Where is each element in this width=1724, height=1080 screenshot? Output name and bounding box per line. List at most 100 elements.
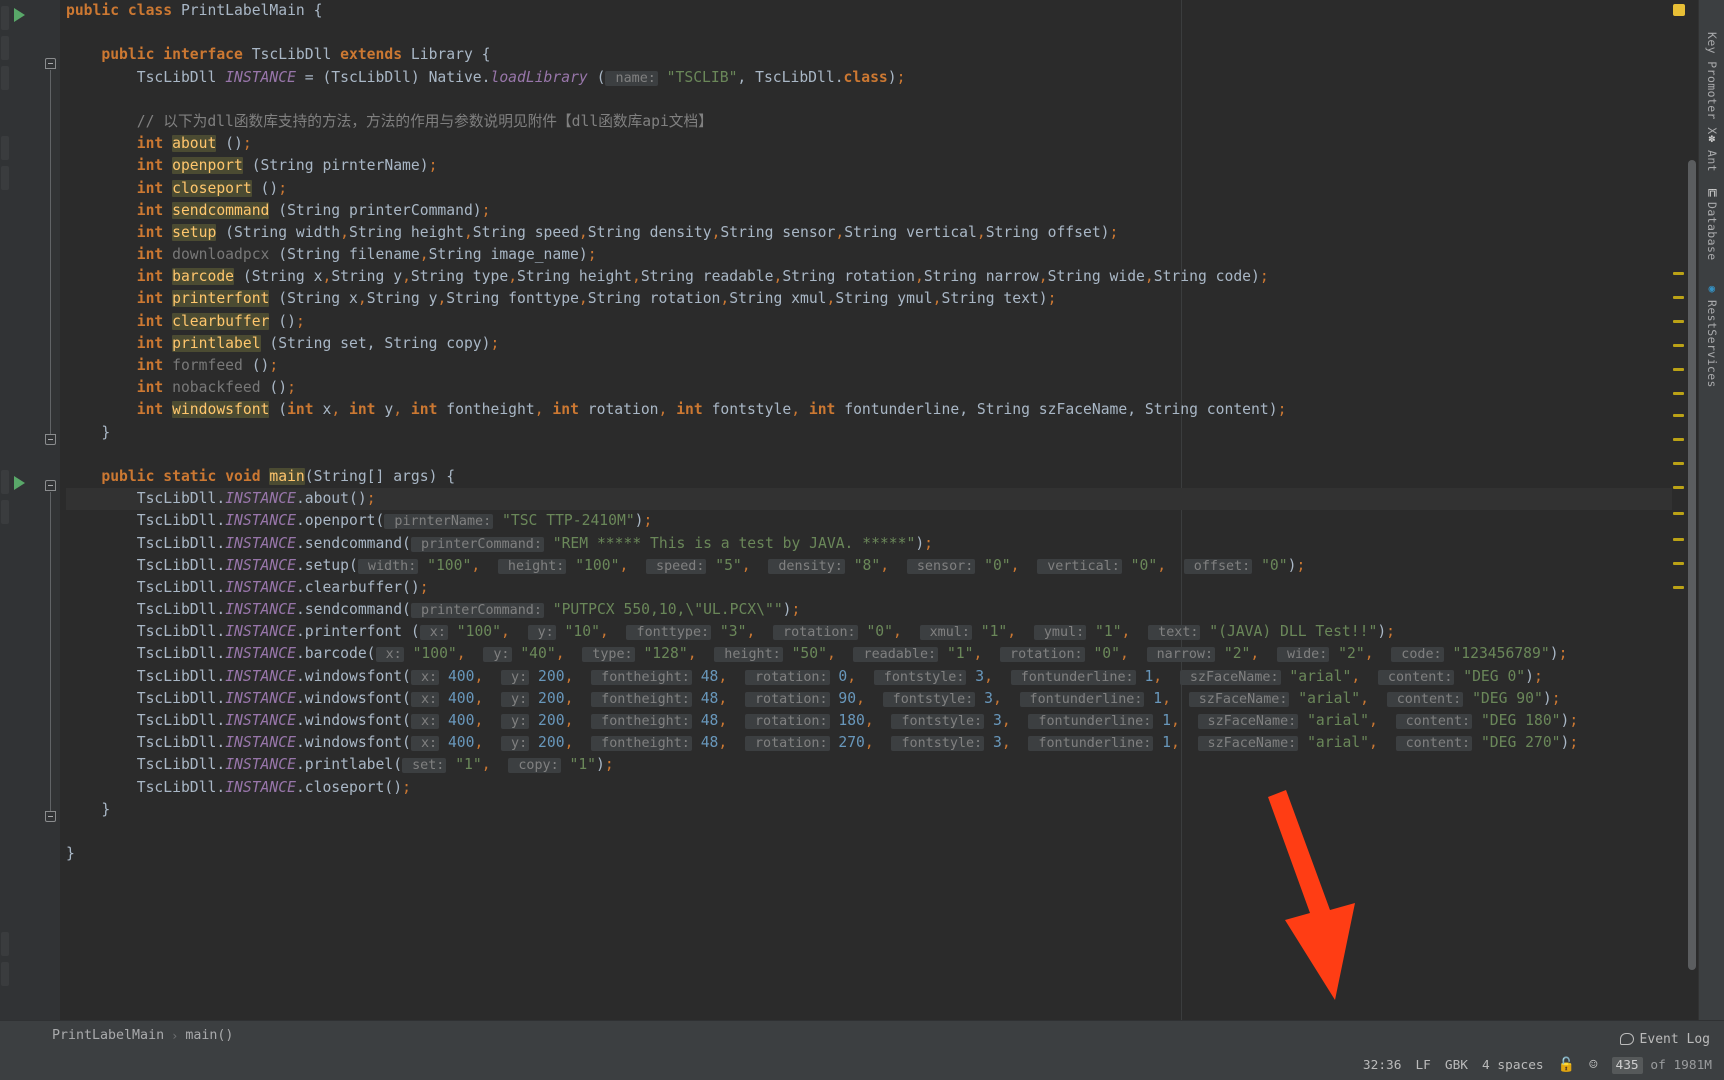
code-line[interactable]: TscLibDll.INSTANCE.closeport();	[66, 777, 1672, 799]
code-token: wide:	[1276, 647, 1330, 663]
editor-vertical-scrollbar[interactable]	[1686, 0, 1698, 1020]
fold-collapse-main-start[interactable]	[45, 480, 56, 491]
code-line[interactable]: int setup (String width,String height,St…	[66, 222, 1672, 244]
code-line[interactable]	[66, 444, 1672, 466]
code-token: "arial"	[1307, 712, 1369, 729]
unlocked-padlock-icon[interactable]: 🔓	[1558, 1057, 1575, 1073]
run-class-gutter-icon[interactable]	[14, 8, 25, 22]
code-token: "0"	[1093, 645, 1120, 663]
code-token: )	[1377, 623, 1387, 641]
file-encoding[interactable]: GBK	[1445, 1058, 1468, 1073]
code-token: .barcode(	[295, 645, 376, 663]
code-line[interactable]: TscLibDll.INSTANCE.openport( pirnterName…	[66, 510, 1672, 532]
code-line[interactable]	[66, 22, 1672, 44]
editor-fold-column[interactable]	[42, 0, 60, 1020]
code-line[interactable]: int nobackfeed ();	[66, 377, 1672, 399]
tool-button-restservices[interactable]: ◉ RestServices	[1699, 278, 1724, 388]
code-line[interactable]: int clearbuffer ();	[66, 311, 1672, 333]
code-line[interactable]: int printlabel (String set, String copy)…	[66, 333, 1672, 355]
code-token: ,	[1120, 645, 1129, 663]
code-line[interactable]: int downloadpcx (String filename,String …	[66, 244, 1672, 266]
editor-left-gutter[interactable]	[0, 0, 68, 1020]
code-line[interactable]: TscLibDll.INSTANCE.setup( width: "100", …	[66, 555, 1672, 577]
code-token: x:	[410, 669, 440, 685]
code-token: .windowsfont(	[295, 667, 411, 685]
code-token: szFaceName:	[1188, 691, 1290, 707]
code-line[interactable]: }	[66, 799, 1672, 821]
code-token: "0"	[866, 623, 893, 641]
code-line[interactable]: int formfeed ();	[66, 355, 1672, 377]
code-line[interactable]: int closeport ();	[66, 178, 1672, 200]
code-line[interactable]: public interface TscLibDll extends Libra…	[66, 44, 1672, 66]
code-line[interactable]: int printerfont (String x,String y,Strin…	[66, 288, 1672, 310]
code-token: 200	[538, 689, 565, 707]
code-line[interactable]: public class PrintLabelMain {	[66, 0, 1672, 22]
code-line[interactable]: TscLibDll.INSTANCE.printerfont ( x: "100…	[66, 621, 1672, 643]
code-line[interactable]: TscLibDll.INSTANCE.sendcommand( printerC…	[66, 599, 1672, 621]
code-token: .windowsfont(	[295, 712, 411, 729]
right-tool-window-strip[interactable]: Key Promoter X ✽ Ant ╔╗ Database ◉ RestS…	[1698, 0, 1724, 1020]
code-line[interactable]: int about ();	[66, 133, 1672, 155]
code-token: TscLibDll.	[136, 534, 226, 552]
code-line[interactable]: TscLibDll.INSTANCE.windowsfont( x: 400, …	[66, 688, 1672, 710]
code-line[interactable]: TscLibDll.INSTANCE.printlabel( set: "1",…	[66, 754, 1672, 776]
tool-button-database[interactable]: ╔╗ Database	[1699, 180, 1724, 261]
code-line[interactable]: int openport (String pirnterName);	[66, 155, 1672, 177]
code-line[interactable]: TscLibDll.INSTANCE.about();	[66, 488, 1672, 511]
code-editor[interactable]: public class PrintLabelMain { public int…	[60, 0, 1672, 1020]
fold-collapse-interface-end[interactable]	[45, 434, 56, 445]
code-token: (String printerCommand)	[269, 201, 482, 219]
code-line[interactable]: TscLibDll.INSTANCE.windowsfont( x: 400, …	[66, 710, 1672, 732]
indent-setting[interactable]: 4 spaces	[1482, 1058, 1544, 1073]
code-line[interactable]: TscLibDll.INSTANCE.clearbuffer();	[66, 577, 1672, 599]
code-token: "arial"	[1298, 689, 1361, 707]
error-stripe-gutter[interactable]	[1672, 0, 1686, 1020]
breadcrumb-item-method[interactable]: main()	[185, 1028, 233, 1043]
code-token: fontheight:	[591, 714, 692, 729]
tool-button-key-promoter-x[interactable]: Key Promoter X	[1699, 10, 1724, 135]
breadcrumb-item-class[interactable]: PrintLabelMain	[52, 1028, 164, 1043]
code-line[interactable]: }	[66, 843, 1672, 865]
code-token: ,	[1001, 712, 1011, 729]
code-line[interactable]: public static void main(String[] args) {	[66, 466, 1672, 488]
fold-collapse-main-end[interactable]	[45, 811, 56, 822]
inspection-face-icon[interactable]: ☺	[1589, 1057, 1597, 1073]
code-token: INSTANCE	[225, 667, 296, 685]
inspection-status-marker[interactable]	[1673, 4, 1685, 16]
code-line[interactable]: TscLibDll.INSTANCE.windowsfont( x: 400, …	[66, 732, 1672, 754]
line-separator[interactable]: LF	[1415, 1058, 1430, 1073]
code-text[interactable]: public class PrintLabelMain { public int…	[66, 0, 1672, 865]
code-line[interactable]: TscLibDll.INSTANCE.barcode( x: "100", y:…	[66, 643, 1672, 665]
code-token: ;	[428, 157, 438, 175]
run-main-gutter-icon[interactable]	[14, 476, 25, 490]
code-line[interactable]: int windowsfont (int x, int y, int fonth…	[66, 399, 1672, 421]
caret-position[interactable]: 32:36	[1363, 1058, 1402, 1073]
code-line[interactable]: // 以下为dll函数库支持的方法，方法的作用与参数说明见附件【dll函数库ap…	[66, 111, 1672, 133]
code-line[interactable]: int barcode (String x,String y,String ty…	[66, 266, 1672, 288]
code-token: rotation:	[744, 669, 830, 685]
code-line[interactable]	[66, 89, 1672, 111]
code-line[interactable]	[66, 821, 1672, 843]
code-line[interactable]: TscLibDll.INSTANCE.sendcommand( printerC…	[66, 533, 1672, 555]
code-line[interactable]: TscLibDll INSTANCE = (TscLibDll) Native.…	[66, 67, 1672, 89]
code-line[interactable]: TscLibDll.INSTANCE.windowsfont( x: 400, …	[66, 666, 1672, 688]
fold-collapse-interface-start[interactable]	[45, 58, 56, 69]
breadcrumb[interactable]: PrintLabelMain › main()	[0, 1020, 1724, 1050]
code-token: fontunderline:	[1010, 669, 1136, 685]
code-token: ;	[366, 490, 376, 508]
tool-button-ant[interactable]: ✽ Ant	[1699, 128, 1724, 172]
event-log-button[interactable]: Event Log	[1619, 1028, 1710, 1050]
code-token: int	[136, 201, 173, 219]
scrollbar-thumb[interactable]	[1688, 160, 1696, 970]
memory-indicator[interactable]: 435 of 1981M	[1611, 1056, 1712, 1074]
code-token: y:	[501, 669, 530, 685]
code-token: .windowsfont(	[295, 689, 411, 707]
code-line[interactable]: int sendcommand (String printerCommand);	[66, 200, 1672, 222]
code-line[interactable]: }	[66, 422, 1672, 444]
